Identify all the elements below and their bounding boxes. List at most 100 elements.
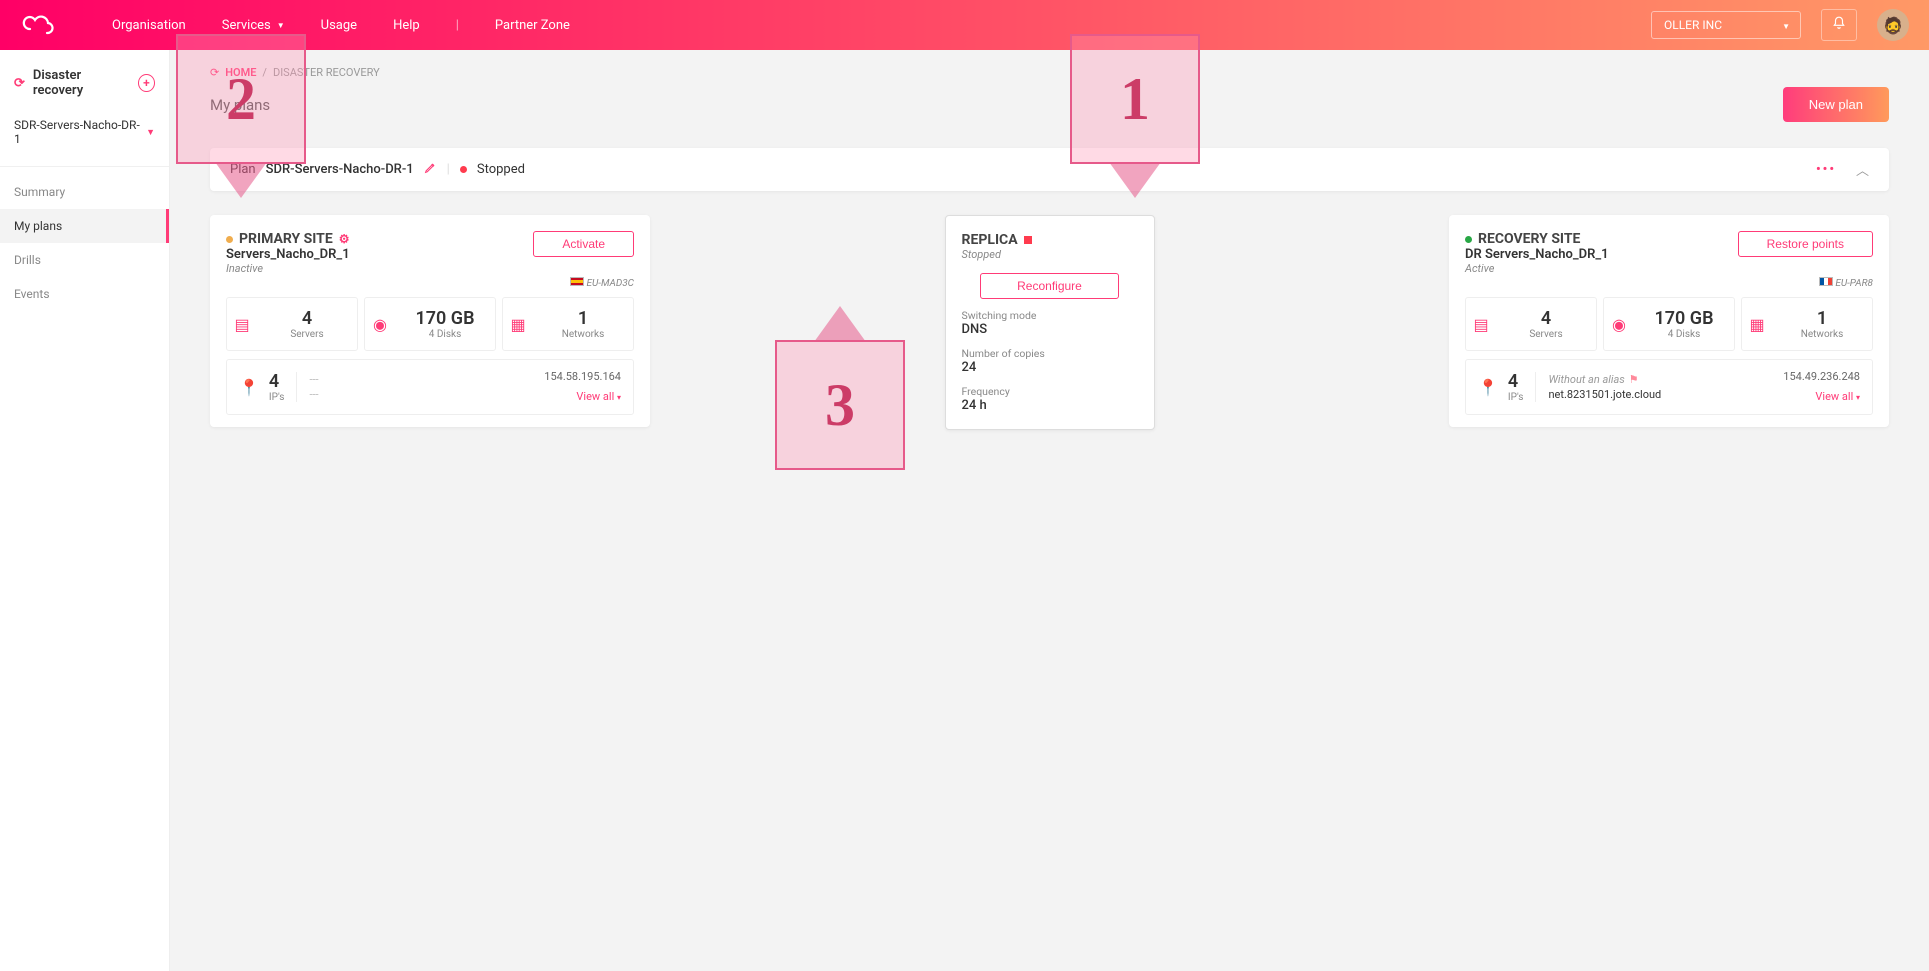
logo[interactable] — [20, 11, 62, 39]
primary-ip-addr: 154.58.195.164 — [544, 370, 621, 383]
primary-storage-lbl: 4 Disks — [399, 329, 491, 340]
main: ⟳ Disaster recovery + SDR-Servers-Nacho-… — [0, 50, 1929, 971]
primary-dash1: --- — [309, 372, 318, 387]
plan-actions: ••• ︿ — [1816, 160, 1869, 179]
plan-sep: | — [447, 162, 450, 177]
status-indicator-icon — [226, 236, 233, 243]
replica-title: REPLICA — [962, 232, 1138, 248]
recovery-storage-val: 170 GB — [1638, 308, 1730, 329]
recovery-title: RECOVERY SITE — [1465, 231, 1609, 247]
recovery-stats: ▤ 4Servers ◉ 170 GB4 Disks ▦ 1Networks — [1465, 297, 1873, 351]
replica-title-text: REPLICA — [962, 232, 1018, 248]
edit-plan-button[interactable] — [424, 161, 437, 178]
new-plan-button[interactable]: New plan — [1783, 87, 1889, 122]
server-icon: ▤ — [1470, 315, 1492, 334]
stat-networks: ▦ 1Networks — [1741, 297, 1873, 351]
plan-status: Stopped — [477, 162, 525, 177]
chevron-down-icon: ▾ — [617, 393, 621, 402]
primary-ip-row: 📍 4IP's --- --- 154.58.195.164 View all … — [226, 359, 634, 415]
recovery-ips-val: 4 — [1508, 371, 1524, 392]
recovery-view-all-text: View all — [1815, 390, 1853, 403]
pencil-icon — [424, 161, 437, 174]
france-flag-icon — [1819, 277, 1833, 286]
primary-title-text: PRIMARY SITE — [239, 231, 333, 247]
chevron-down-icon: ▼ — [146, 127, 155, 138]
recovery-ip-addr: 154.49.236.248 — [1783, 370, 1860, 383]
recovery-view-all-link[interactable]: View all ▾ — [1815, 390, 1860, 403]
more-menu-button[interactable]: ••• — [1816, 162, 1836, 177]
topbar-right: OLLER INC 🧔 — [1651, 9, 1909, 41]
stat-networks: ▦ 1Networks — [502, 297, 634, 351]
stat-storage: ◉ 170 GB4 Disks — [1603, 297, 1735, 351]
nav-services-label: Services — [222, 18, 271, 33]
cloud-logo-icon — [20, 11, 62, 35]
chevron-down-icon: ▼ — [277, 21, 285, 30]
primary-view-all-text: View all — [576, 390, 614, 403]
primary-storage-val: 170 GB — [399, 308, 491, 329]
collapse-button[interactable]: ︿ — [1856, 160, 1869, 179]
sidebar-links: Summary My plans Drills Events — [0, 166, 169, 311]
plan-name: SDR-Servers-Nacho-DR-1 — [266, 162, 414, 177]
copies-label: Number of copies — [962, 347, 1138, 360]
primary-networks-lbl: Networks — [537, 329, 629, 340]
recovery-storage-lbl: 4 Disks — [1638, 329, 1730, 340]
primary-name: Servers_Nacho_DR_1 — [226, 247, 350, 262]
recovery-state: Active — [1465, 262, 1609, 275]
freq-value: 24 h — [962, 398, 1138, 413]
copies-value: 24 — [962, 360, 1138, 375]
nav-partner-zone[interactable]: Partner Zone — [495, 18, 570, 33]
primary-region: EU-MAD3C — [226, 277, 634, 289]
reconfigure-button[interactable]: Reconfigure — [980, 273, 1119, 299]
status-indicator-icon — [1465, 236, 1472, 243]
replica-card: REPLICA Stopped Reconfigure Switching mo… — [945, 215, 1155, 430]
pin-icon: 📍 — [1478, 378, 1498, 397]
sidebar-title: Disaster recovery — [33, 68, 130, 98]
add-plan-button[interactable]: + — [138, 74, 155, 92]
breadcrumb: ⟳ HOME / DISASTER RECOVERY — [210, 66, 1889, 79]
primary-networks-val: 1 — [537, 308, 629, 329]
primary-settings-button[interactable]: ⚙ — [339, 232, 350, 246]
recovery-networks-val: 1 — [1776, 308, 1868, 329]
nav-usage[interactable]: Usage — [321, 18, 357, 33]
content: ⟳ HOME / DISASTER RECOVERY My plans New … — [170, 50, 1929, 971]
recovery-name: DR Servers_Nacho_DR_1 — [1465, 247, 1609, 262]
restore-points-button[interactable]: Restore points — [1738, 231, 1873, 257]
stopped-icon — [1024, 236, 1032, 244]
org-selector[interactable]: OLLER INC — [1651, 11, 1801, 39]
avatar[interactable]: 🧔 — [1877, 9, 1909, 41]
sidebar-item-summary[interactable]: Summary — [0, 175, 169, 209]
recovery-ips-lbl: IP's — [1508, 392, 1524, 403]
breadcrumb-sep: / — [262, 66, 267, 79]
notifications-button[interactable] — [1821, 9, 1857, 41]
breadcrumb-current: DISASTER RECOVERY — [273, 66, 380, 79]
switch-label: Switching mode — [962, 309, 1138, 322]
disk-icon: ◉ — [369, 315, 391, 334]
plan-bar: Plan SDR-Servers-Nacho-DR-1 | Stopped ••… — [210, 148, 1889, 191]
nav-items: Organisation Services▼ Usage Help | Part… — [112, 18, 1651, 33]
nav-help[interactable]: Help — [393, 18, 420, 33]
recovery-servers-val: 4 — [1500, 308, 1592, 329]
primary-view-all-link[interactable]: View all ▾ — [576, 390, 621, 403]
pin-icon: 📍 — [239, 378, 259, 397]
primary-ip-mid: --- --- — [296, 372, 318, 403]
plan-selector[interactable]: SDR-Servers-Nacho-DR-1 ▼ — [0, 112, 169, 166]
chevron-down-icon: ▾ — [1856, 393, 1860, 402]
nav-organisation[interactable]: Organisation — [112, 18, 186, 33]
primary-ips-lbl: IP's — [269, 392, 285, 403]
activate-button[interactable]: Activate — [533, 231, 634, 257]
sites-middle: REPLICA Stopped Reconfigure Switching mo… — [680, 215, 1419, 430]
sidebar-item-drills[interactable]: Drills — [0, 243, 169, 277]
nav-services[interactable]: Services ▼ — [222, 18, 285, 33]
disk-icon: ◉ — [1608, 315, 1630, 334]
replica-state: Stopped — [962, 248, 1138, 261]
home-icon: ⟳ — [210, 66, 219, 79]
bell-icon — [1832, 16, 1846, 30]
recovery-networks-lbl: Networks — [1776, 329, 1868, 340]
recovery-servers-lbl: Servers — [1500, 329, 1592, 340]
breadcrumb-home[interactable]: HOME — [225, 66, 256, 79]
sidebar-item-events[interactable]: Events — [0, 277, 169, 311]
network-icon: ▦ — [1746, 315, 1768, 334]
sidebar-item-my-plans[interactable]: My plans — [0, 209, 169, 243]
sites-row: PRIMARY SITE ⚙ Servers_Nacho_DR_1 Inacti… — [210, 215, 1889, 430]
primary-servers-val: 4 — [261, 308, 353, 329]
